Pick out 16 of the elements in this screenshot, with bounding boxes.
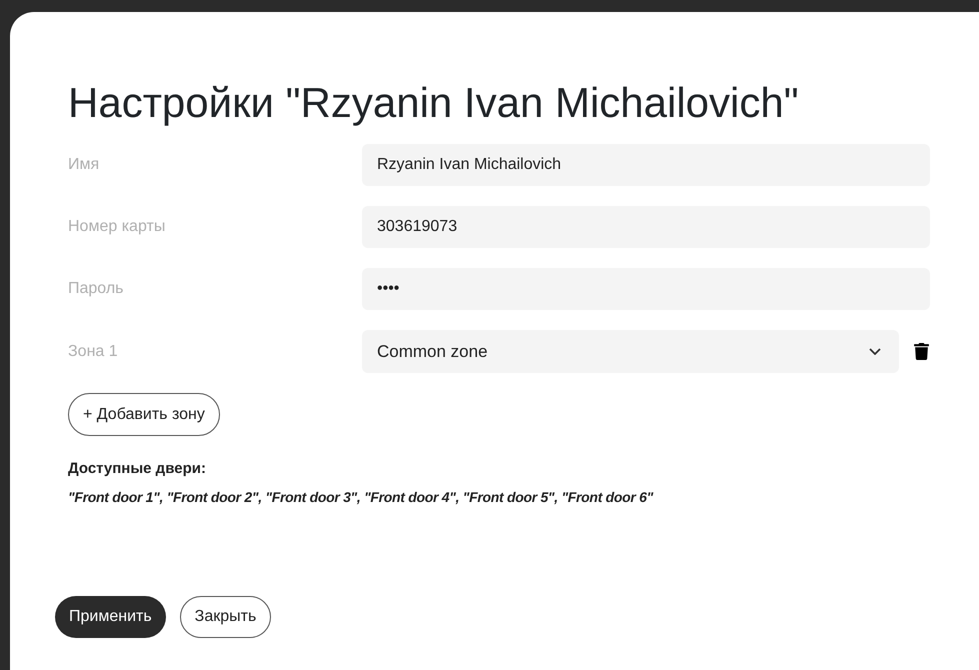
text-field[interactable]: •••• xyxy=(362,268,930,310)
add-zone-button[interactable]: + Добавить зону xyxy=(68,393,220,436)
close-button[interactable]: Закрыть xyxy=(180,596,272,638)
apply-button[interactable]: Применить xyxy=(55,596,166,638)
field-label: Имя xyxy=(68,155,100,175)
doors-list: "Front door 1", "Front door 2", "Front door 3", "Front door 4", "Front door 5", "Front door 6" xyxy=(68,486,930,508)
text-field[interactable]: Rzyanin Ivan Michailovich xyxy=(362,144,930,186)
trash-icon[interactable] xyxy=(913,343,930,360)
text-field[interactable]: 303619073 xyxy=(362,206,930,248)
zone-dropdown[interactable]: Common zone xyxy=(362,330,899,373)
chevron-down-icon xyxy=(869,348,881,355)
dialog-title: Настройки "Rzyanin Ivan Michailovich" xyxy=(68,78,800,128)
field-label: Номер карты xyxy=(68,217,166,237)
field-label: Пароль xyxy=(68,279,125,299)
doors-heading: Доступные двери: xyxy=(68,459,207,479)
field-label: Зона 1 xyxy=(68,342,119,362)
